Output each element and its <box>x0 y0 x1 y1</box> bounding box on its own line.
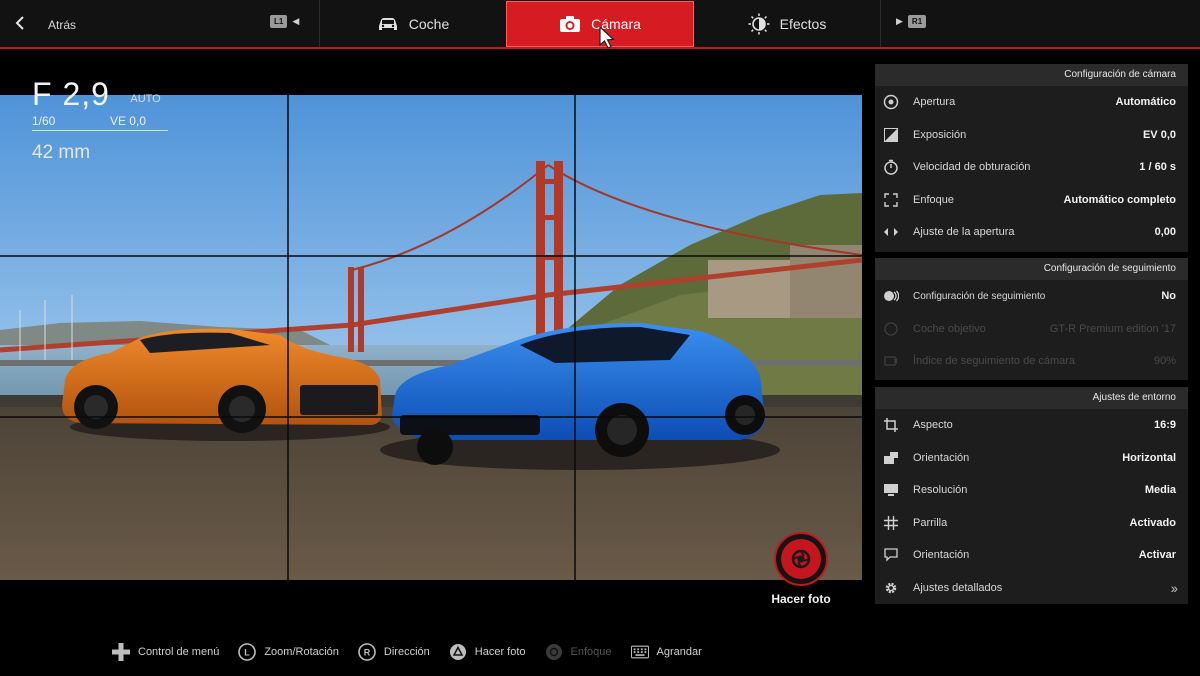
next-tab-button[interactable]: ▶ R1 <box>896 15 927 28</box>
camera-icon <box>559 15 581 33</box>
triangle-button-icon <box>449 643 467 661</box>
tracking-icon <box>883 288 899 304</box>
hint-take-photo: Hacer foto <box>449 643 526 661</box>
environment-settings-panel: Ajustes de entorno Aspecto 16:9 Orientac… <box>875 387 1188 604</box>
mode-readout: AUTO <box>130 93 161 105</box>
timer-icon <box>883 159 899 175</box>
tab-label: Coche <box>408 15 450 32</box>
grid-icon <box>883 515 899 531</box>
target-icon <box>883 321 899 337</box>
setting-row-target-car: Coche objetivo GT-R Premium edition '17 <box>875 313 1188 346</box>
setting-row-aperture[interactable]: Apertura Automático <box>875 86 1188 119</box>
shutter-readout: 1/60 <box>32 114 56 128</box>
camera-settings-panel: Configuración de cámara Apertura Automát… <box>875 64 1188 252</box>
previous-tab-button[interactable]: L1 ◀ <box>270 15 304 28</box>
back-label: Atrás <box>48 18 77 32</box>
shutter-icon <box>781 539 821 579</box>
exposure-icon <box>883 127 899 143</box>
svg-text:L: L <box>245 648 251 658</box>
chevron-left-icon <box>14 15 28 35</box>
resolution-icon <box>883 482 899 498</box>
speech-bubble-icon <box>883 547 899 563</box>
gear-icon <box>883 580 899 596</box>
setting-row-camera-tracking-index: Índice de seguimiento de cámara 90% <box>875 345 1188 378</box>
setting-row-grid[interactable]: Parrilla Activado <box>875 507 1188 540</box>
double-chevron-right-icon: ›› <box>1170 579 1178 596</box>
setting-row-orientation-guide[interactable]: Orientación Activar <box>875 539 1188 572</box>
car-icon <box>377 16 399 32</box>
ev-readout: VE 0,0 <box>109 114 146 128</box>
setting-row-focus[interactable]: Enfoque Automático completo <box>875 184 1188 217</box>
exposure-readout-row: 1/60 VE 0,0 <box>32 114 168 131</box>
setting-row-orientation[interactable]: Orientación Horizontal <box>875 442 1188 475</box>
grid-line-vertical <box>287 95 289 580</box>
back-button[interactable]: Atrás <box>14 12 76 38</box>
crop-icon <box>883 417 899 433</box>
setting-row-resolution[interactable]: Resolución Media <box>875 474 1188 507</box>
aperture-readout: F 2,9 <box>32 76 110 112</box>
circle-button-icon <box>545 643 563 661</box>
camera-hud: F 2,9 AUTO 1/60 VE 0,0 42 mm <box>32 76 168 163</box>
aperture-icon <box>883 94 899 110</box>
focus-icon <box>883 192 899 208</box>
section-header: Configuración de cámara <box>875 64 1188 86</box>
grid-line-horizontal <box>0 416 862 418</box>
hint-direction: R Dirección <box>358 643 430 661</box>
svg-text:R: R <box>364 648 371 658</box>
setting-row-shutter-speed[interactable]: Velocidad de obturación 1 / 60 s <box>875 151 1188 184</box>
right-stick-icon: R <box>358 643 376 661</box>
r1-button-icon: R1 <box>907 15 927 28</box>
grid-line-vertical <box>574 95 576 580</box>
setting-row-tracking[interactable]: Configuración de seguimiento No <box>875 280 1188 313</box>
tab-coche[interactable]: Coche <box>320 0 506 47</box>
effects-icon <box>748 13 770 35</box>
focal-length-readout: 42 mm <box>32 142 91 163</box>
grid-line-horizontal <box>0 255 862 257</box>
triangle-left-icon: ◀ <box>292 16 300 26</box>
controller-hints-bar: Control de menú L Zoom/Rotación R Direcc… <box>112 642 721 662</box>
setting-row-exposure[interactable]: Exposición EV 0,0 <box>875 119 1188 152</box>
hint-focus: Enfoque <box>545 643 612 661</box>
tracking-settings-panel: Configuración de seguimiento Configuraci… <box>875 258 1188 380</box>
hint-menu-control: Control de menú <box>112 643 219 661</box>
tab-divider <box>880 0 881 47</box>
photo-preview[interactable] <box>0 95 862 580</box>
tab-efectos[interactable]: Efectos <box>694 0 880 47</box>
left-stick-icon: L <box>238 643 257 661</box>
hint-zoom-rotation: L Zoom/Rotación <box>238 643 339 661</box>
scene-image <box>0 95 862 580</box>
take-photo-button[interactable] <box>774 532 828 586</box>
aperture-adjust-icon <box>883 224 899 240</box>
setting-row-detailed-settings[interactable]: Ajustes detallados ›› <box>875 572 1188 605</box>
tab-label: Efectos <box>779 15 827 32</box>
section-header: Configuración de seguimiento <box>875 258 1188 280</box>
take-photo-label: Hacer foto <box>771 592 831 606</box>
dpad-icon <box>112 643 130 661</box>
l1-button-icon: L1 <box>270 15 288 28</box>
touchpad-icon <box>630 643 649 661</box>
setting-row-aperture-adjust[interactable]: Ajuste de la apertura 0,00 <box>875 216 1188 249</box>
triangle-right-icon: ▶ <box>896 16 903 26</box>
pointer-cursor-icon <box>599 26 615 49</box>
orientation-icon <box>883 450 899 466</box>
hint-enlarge: Agrandar <box>630 643 702 661</box>
camera-track-icon <box>883 353 899 369</box>
setting-row-aspect[interactable]: Aspecto 16:9 <box>875 409 1188 442</box>
section-header: Ajustes de entorno <box>875 387 1188 409</box>
